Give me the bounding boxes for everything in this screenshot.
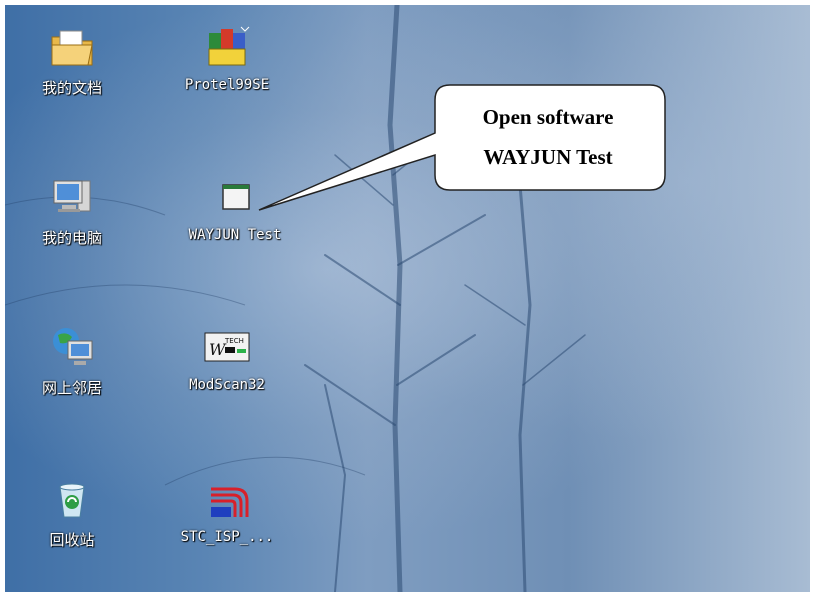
computer-icon [53, 180, 91, 212]
icon-label-my-computer: 我的电脑 [41, 229, 102, 247]
icon-label-recycle-bin: 回收站 [49, 531, 95, 549]
desktop-background: 我的文档 Protel99SE 我的电脑 WAYJUN Test 网上邻居 W … [5, 5, 810, 592]
wintech-icon: W TECH [204, 332, 250, 362]
desktop-icon-network-places[interactable]: 网上邻居 [12, 323, 132, 398]
desktop-icon-recycle-bin[interactable]: 回收站 [12, 475, 132, 550]
desktop-icon-stc-isp[interactable]: STC_ISP_... [167, 475, 287, 545]
icon-label-network-places: 网上邻居 [41, 379, 102, 397]
icon-label-stc-isp: STC_ISP_... [180, 529, 274, 545]
folder-documents-icon [51, 30, 93, 66]
icon-label-modscan32: ModScan32 [189, 377, 265, 393]
desktop-icon-protel99se[interactable]: Protel99SE [167, 23, 287, 93]
desktop-icon-my-documents[interactable]: 我的文档 [12, 23, 132, 98]
window-app-icon [222, 184, 250, 210]
svg-text:TECH: TECH [224, 337, 244, 345]
desktop-icon-modscan32[interactable]: W TECH ModScan32 [167, 323, 287, 393]
icon-label-wayjun-test: WAYJUN Test [188, 227, 282, 243]
icon-label-my-documents: 我的文档 [41, 79, 102, 97]
desktop-icon-wayjun-test[interactable]: WAYJUN Test [175, 173, 295, 243]
callout-line-2: WAYJUN Test [483, 145, 613, 169]
recycle-bin-icon [59, 483, 85, 518]
network-globe-icon [53, 328, 93, 365]
callout-line-1: Open software [482, 105, 614, 129]
icon-label-protel99se: Protel99SE [184, 77, 270, 93]
stc-isp-icon [211, 487, 249, 517]
callout-text: Open software WAYJUN Test [433, 97, 663, 177]
desktop-icon-my-computer[interactable]: 我的电脑 [12, 173, 132, 248]
protel-app-icon [208, 26, 250, 66]
